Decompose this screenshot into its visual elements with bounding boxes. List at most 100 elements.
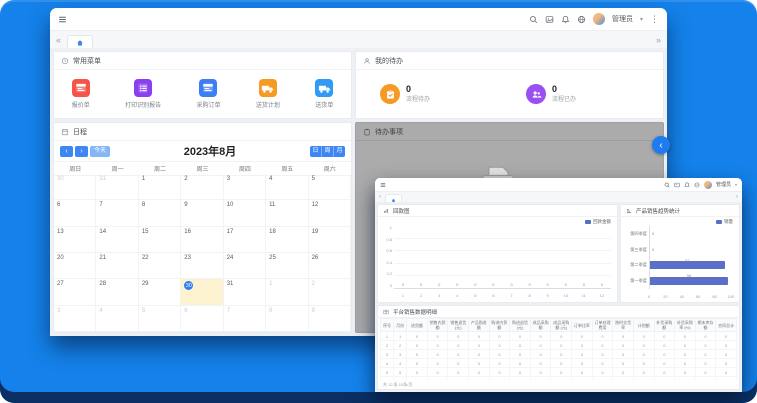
todo-stat[interactable]: 0流程已办	[526, 84, 576, 104]
day-cell[interactable]: 29	[139, 279, 181, 305]
calendar-next-button[interactable]: ›	[75, 146, 88, 157]
day-cell[interactable]: 24	[224, 253, 266, 279]
username-label[interactable]: 管理员	[716, 181, 731, 188]
bell-icon[interactable]	[561, 15, 570, 24]
table-cell: 1	[381, 332, 394, 341]
day-cell[interactable]: 10	[224, 200, 266, 226]
x-tick-label: 60	[696, 294, 700, 299]
day-cell[interactable]: 1	[266, 279, 308, 305]
day-cell[interactable]: 6	[181, 306, 223, 332]
day-cell[interactable]: 25	[266, 253, 308, 279]
day-cell[interactable]: 8	[266, 306, 308, 332]
calendar-today-button[interactable]: 今天	[90, 146, 110, 157]
day-cell[interactable]: 2	[181, 174, 223, 200]
column-header: 期末库存额	[695, 319, 716, 332]
day-cell[interactable]: 1	[139, 174, 181, 200]
table-cell: 5	[394, 368, 407, 377]
calendar-prev-button[interactable]: ‹	[60, 146, 73, 157]
day-cell[interactable]: 2	[309, 279, 351, 305]
collapse-tabs-left-icon[interactable]: «	[56, 35, 61, 45]
menu-item[interactable]: 采购订单	[196, 79, 220, 109]
data-table: 序号月份进货额销售内贸额销售退货 (元)产品购进额购进内贸额购进退货 (元)成品…	[380, 318, 737, 380]
day-cell[interactable]: 19	[309, 227, 351, 253]
day-cell[interactable]: 23	[181, 253, 223, 279]
day-cell[interactable]: 21	[96, 253, 138, 279]
table-cell: 0	[510, 350, 531, 359]
day-cell[interactable]: 5	[139, 306, 181, 332]
chart1-body: 回款金额 10.80.60.40.20 000000000000 1234567…	[378, 217, 617, 302]
day-cell[interactable]: 4	[96, 306, 138, 332]
menu-item[interactable]: 送货计划	[256, 79, 280, 109]
globe-icon[interactable]	[694, 182, 700, 188]
username-label[interactable]: 管理员	[612, 14, 633, 24]
bar-value-label: 0	[474, 282, 476, 287]
collapse-tabs-right-icon[interactable]: »	[656, 35, 661, 45]
day-cell[interactable]: 22	[139, 253, 181, 279]
day-cell[interactable]: 3	[54, 306, 96, 332]
day-cell[interactable]: 5	[309, 174, 351, 200]
bell-icon[interactable]	[684, 182, 690, 188]
image-icon[interactable]	[545, 15, 554, 24]
collapse-panel-toggle-button[interactable]: ‹	[652, 136, 670, 154]
table-cell: 0	[592, 341, 613, 350]
day-cell[interactable]: 30	[181, 279, 223, 305]
search-icon[interactable]	[529, 15, 538, 24]
view-month-button[interactable]: 月	[334, 146, 345, 157]
day-cell[interactable]: 18	[266, 227, 308, 253]
day-cell[interactable]: 3	[224, 174, 266, 200]
search-icon[interactable]	[664, 182, 670, 188]
hamburger-menu-icon[interactable]	[380, 182, 386, 188]
day-cell[interactable]: 16	[181, 227, 223, 253]
day-cell[interactable]: 6	[54, 200, 96, 226]
menu-item[interactable]: 送货单	[315, 79, 333, 109]
user-avatar[interactable]	[593, 13, 605, 25]
menu-item[interactable]: 报价单	[72, 79, 90, 109]
day-cell[interactable]: 17	[224, 227, 266, 253]
table-cell: 0	[633, 341, 654, 350]
day-cell[interactable]: 9	[181, 200, 223, 226]
day-cell[interactable]: 7	[224, 306, 266, 332]
day-cell[interactable]: 4	[266, 174, 308, 200]
image-icon[interactable]	[674, 182, 680, 188]
collapse-tabs-left-icon[interactable]: ‹	[379, 194, 381, 200]
chart2-legend[interactable]: 销量	[716, 219, 733, 225]
day-cell[interactable]: 27	[54, 279, 96, 305]
day-cell[interactable]: 11	[266, 200, 308, 226]
chart-title: 产品销售趋势统计	[636, 207, 680, 215]
day-cell[interactable]: 31	[224, 279, 266, 305]
collapse-tabs-right-icon[interactable]: ›	[736, 194, 738, 200]
day-cell[interactable]: 12	[309, 200, 351, 226]
day-cell[interactable]: 9	[309, 306, 351, 332]
table-cell: 0	[675, 332, 696, 341]
day-cell[interactable]: 26	[309, 253, 351, 279]
todo-stat[interactable]: 0流程待办	[380, 84, 430, 104]
truck-icon	[315, 79, 333, 97]
view-week-button[interactable]: 周	[322, 146, 334, 157]
day-cell[interactable]: 15	[139, 227, 181, 253]
chart1-x-axis: 123456789101112	[394, 293, 611, 298]
table-cell: 0	[469, 368, 490, 377]
day-cell[interactable]: 31	[96, 174, 138, 200]
table-cell: 0	[427, 350, 448, 359]
user-avatar[interactable]	[704, 181, 712, 189]
hamburger-menu-icon[interactable]	[58, 15, 67, 24]
day-cell[interactable]: 8	[139, 200, 181, 226]
globe-icon[interactable]	[577, 15, 586, 24]
day-cell[interactable]: 13	[54, 227, 96, 253]
day-cell[interactable]: 20	[54, 253, 96, 279]
menu-item[interactable]: 打印识别报告	[125, 79, 161, 109]
table-cell: 0	[613, 332, 634, 341]
table-pagination[interactable]: 共 12 条 10条/页	[378, 380, 739, 389]
day-cell[interactable]: 28	[96, 279, 138, 305]
table-cell: 0	[572, 350, 593, 359]
bar-slot: 0	[448, 227, 466, 288]
kebab-menu-icon[interactable]: ⋮	[650, 14, 659, 25]
day-cell[interactable]: 7	[96, 200, 138, 226]
day-cell[interactable]: 14	[96, 227, 138, 253]
bar	[650, 277, 728, 285]
chart1-legend[interactable]: 回款金额	[585, 219, 611, 225]
day-cell[interactable]: 30	[54, 174, 96, 200]
bar-value-label: 0	[583, 282, 585, 287]
view-day-button[interactable]: 日	[310, 146, 322, 157]
table-cell: 0	[592, 350, 613, 359]
